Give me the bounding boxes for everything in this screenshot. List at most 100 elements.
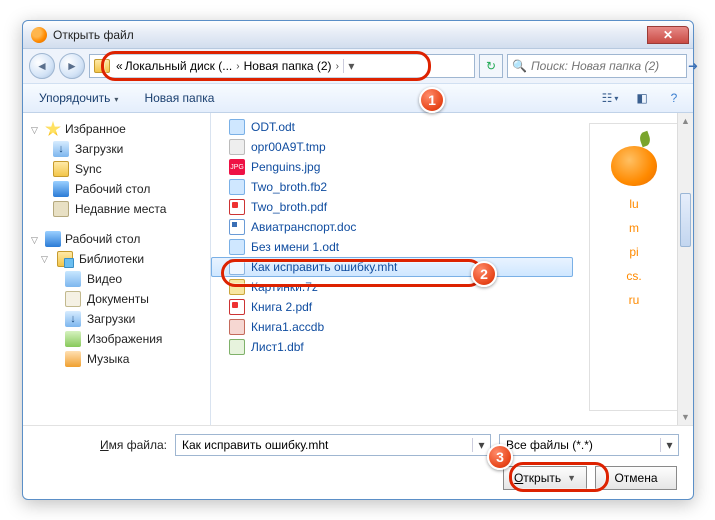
breadcrumb-seg-1[interactable]: Локальный диск (... [125,59,233,73]
file-item[interactable]: Как исправить ошибку.mht [211,257,573,277]
new-folder-label: Новая папка [144,91,214,105]
forward-button[interactable]: ► [59,53,85,79]
chevron-down-icon [114,91,118,105]
desktop-icon [45,231,61,247]
file-item[interactable]: ODT.odt [211,117,573,137]
open-button[interactable]: Открыть ▼ [503,466,587,490]
view-options-button[interactable]: ☷▾ [599,87,621,109]
chevron-right-icon[interactable]: › [334,61,341,72]
file-name: Penguins.jpg [251,160,320,174]
sidebar-item-images[interactable]: Изображения [31,329,208,349]
vertical-scrollbar[interactable]: ▲ ▼ [677,113,693,425]
file-type-icon [229,339,245,355]
titlebar: Открыть файл ✕ [23,21,693,49]
sidebar-item-label: Рабочий стол [75,182,150,196]
firefox-icon [31,27,47,43]
file-name: Без имени 1.odt [251,240,339,254]
close-button[interactable]: ✕ [647,26,689,44]
chevron-down-icon[interactable]: ▾ [660,438,678,452]
desktop-icon [53,181,69,197]
watermark-text: lu m pi cs. ru [626,192,641,312]
file-item[interactable]: Книга1.accdb [211,317,573,337]
chevron-right-icon[interactable]: › [234,61,241,72]
file-name: Картинки.7z [251,280,318,294]
filter-label: Все файлы (*.*) [506,438,593,452]
breadcrumb-dropdown[interactable]: ▾ [343,59,359,73]
libraries-icon [57,251,73,267]
expand-icon: ▽ [41,254,51,265]
sidebar-favorites-header[interactable]: Избранное [31,119,208,139]
bottom-panel: Имя файла: ▾ Все файлы (*.*) ▾ Открыть ▼… [23,425,693,502]
sidebar-desktop-header[interactable]: Рабочий стол [31,229,208,249]
file-type-icon [229,219,245,235]
file-type-icon [229,299,245,315]
download-icon [65,311,81,327]
file-type-icon [229,279,245,295]
preview-pane: lu m pi cs. ru [589,123,679,411]
file-item[interactable]: JPG Penguins.jpg [211,157,573,177]
breadcrumb[interactable]: « Локальный диск (... › Новая папка (2) … [89,54,475,78]
file-item[interactable]: Two_broth.pdf [211,197,573,217]
sidebar-item-label: Документы [87,292,149,306]
file-item[interactable]: Картинки.7z [211,277,573,297]
file-type-icon: JPG [229,159,245,175]
file-type-icon [229,119,245,135]
file-type-icon [229,179,245,195]
toolbar: Упорядочить Новая папка ☷▾ ◧ ? [23,83,693,113]
folder-icon [94,59,110,73]
sidebar-item-documents[interactable]: Документы [31,289,208,309]
leaf-icon [638,131,652,148]
file-item[interactable]: Лист1.dbf [211,337,573,357]
video-icon [65,271,81,287]
sidebar-item-label: Видео [87,272,122,286]
file-type-icon [229,259,245,275]
file-pane: ODT.odtopr00A9T.tmp JPG Penguins.jpg Two_br… [211,113,693,425]
sidebar-item-recent[interactable]: Недавние места [31,199,208,219]
scroll-down-button[interactable]: ▼ [678,409,693,425]
cancel-button[interactable]: Отмена [595,466,677,490]
file-item[interactable]: Без имени 1.odt [211,237,573,257]
file-name: Книга 2.pdf [251,300,312,314]
file-name: Two_broth.pdf [251,200,327,214]
organize-label: Упорядочить [39,91,110,105]
file-type-filter[interactable]: Все файлы (*.*) ▾ [499,434,679,456]
sidebar-item-video[interactable]: Видео [31,269,208,289]
sidebar-item-downloads[interactable]: Загрузки [31,139,208,159]
navigation-row: ◄ ► « Локальный диск (... › Новая папка … [23,49,693,83]
sidebar-item-label: Библиотеки [79,252,144,266]
scroll-thumb[interactable] [680,193,691,247]
new-folder-button[interactable]: Новая папка [136,87,222,109]
sidebar-item-music[interactable]: Музыка [31,349,208,369]
file-item[interactable]: Two_broth.fb2 [211,177,573,197]
file-item[interactable]: Книга 2.pdf [211,297,573,317]
file-type-icon [229,319,245,335]
file-name: Two_broth.fb2 [251,180,327,194]
search-input[interactable] [531,59,688,73]
help-button[interactable]: ? [663,87,685,109]
file-name: Авиатранспорт.doc [251,220,356,234]
open-file-dialog: Открыть файл ✕ ◄ ► « Локальный диск (...… [22,20,694,500]
search-box[interactable]: 🔍 ➜ [507,54,687,78]
search-go-icon[interactable]: ➜ [688,59,698,73]
folder-icon [53,161,69,177]
sidebar-item-sync[interactable]: Sync [31,159,208,179]
sidebar-item-downloads-lib[interactable]: Загрузки [31,309,208,329]
refresh-button[interactable]: ↻ [479,54,503,78]
star-icon [45,121,61,137]
organize-button[interactable]: Упорядочить [31,87,126,109]
filename-input[interactable] [176,438,472,452]
sidebar-item-label: Загрузки [87,312,135,326]
file-list[interactable]: ODT.odtopr00A9T.tmp JPG Penguins.jpg Two_br… [211,113,573,425]
sidebar-item-libraries[interactable]: ▽ Библиотеки [31,249,208,269]
sidebar-item-desktop[interactable]: Рабочий стол [31,179,208,199]
file-item[interactable]: opr00A9T.tmp [211,137,573,157]
breadcrumb-seg-2[interactable]: Новая папка (2) [244,59,332,73]
sidebar-item-label: Изображения [87,332,162,346]
chevron-down-icon[interactable]: ▾ [472,438,490,452]
filename-combo[interactable]: ▾ [175,434,491,456]
sidebar-item-label: Sync [75,162,102,176]
file-item[interactable]: Авиатранспорт.doc [211,217,573,237]
preview-pane-button[interactable]: ◧ [631,87,653,109]
back-button[interactable]: ◄ [29,53,55,79]
scroll-up-button[interactable]: ▲ [678,113,693,129]
